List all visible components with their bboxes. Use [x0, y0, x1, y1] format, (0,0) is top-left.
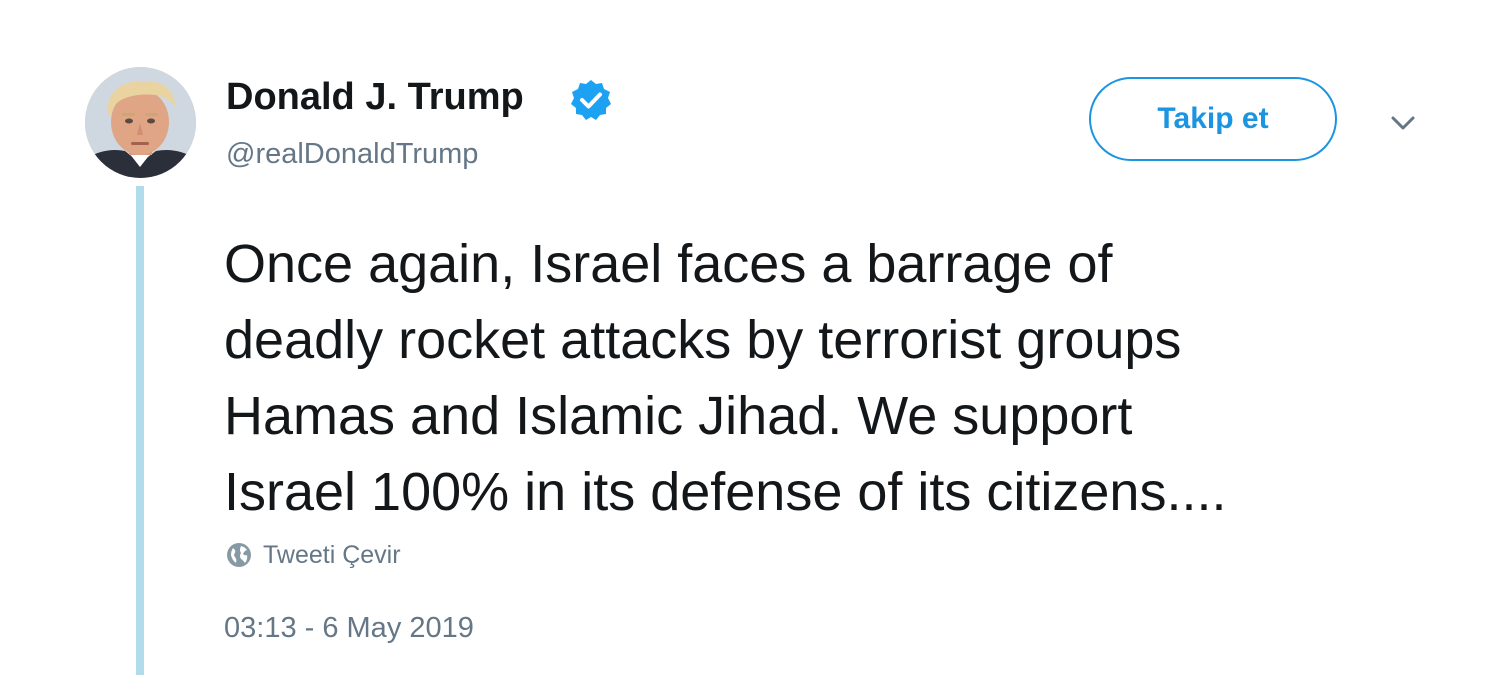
tweet-text-line: Israel 100% in its defense of its citize… — [224, 462, 1227, 522]
author-handle[interactable]: @realDonaldTrump — [226, 136, 478, 172]
follow-button[interactable]: Takip et — [1089, 77, 1337, 161]
tweet-text-line: deadly rocket attacks by terrorist group… — [224, 310, 1182, 370]
translate-label: Tweeti Çevir — [263, 540, 401, 569]
avatar-portrait — [85, 67, 196, 178]
translate-tweet-link[interactable]: Tweeti Çevir — [226, 538, 401, 572]
tweet-timestamp[interactable]: 03:13 - 6 May 2019 — [224, 608, 474, 648]
thread-line — [136, 186, 144, 675]
avatar[interactable] — [85, 67, 196, 178]
tweet: Donald J. Trump @realDonaldTrump Takip e… — [0, 0, 1507, 675]
tweet-text-line: Hamas and Islamic Jihad. We support — [224, 386, 1133, 446]
author-display-name[interactable]: Donald J. Trump — [226, 74, 524, 120]
tweet-text: Once again, Israel faces a barrage of de… — [224, 226, 1464, 530]
verified-badge-icon — [571, 80, 611, 120]
globe-icon — [227, 543, 251, 567]
tweet-text-line: Once again, Israel faces a barrage of — [224, 234, 1113, 294]
chevron-down-icon[interactable] — [1383, 106, 1423, 138]
